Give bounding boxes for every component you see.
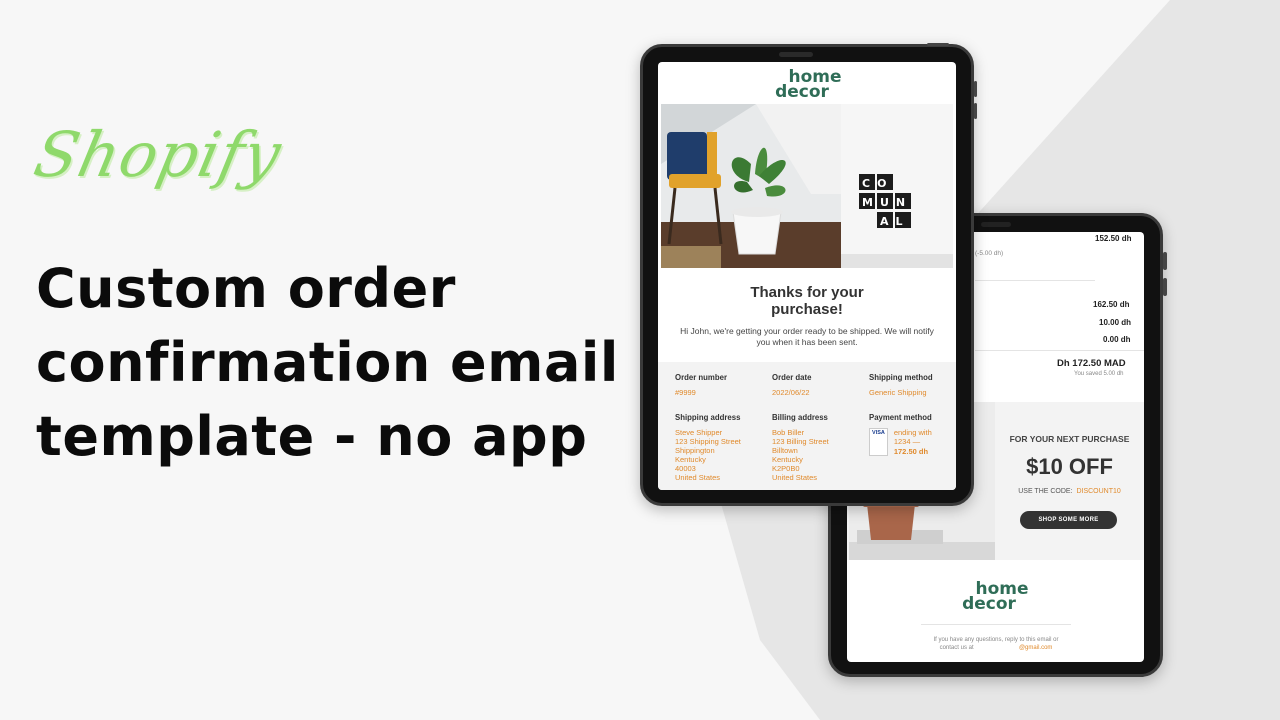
- order-number-label: Order number: [675, 373, 727, 382]
- address-line: Kentucky: [675, 455, 706, 464]
- thanks-title: Thanks for your purchase!: [658, 284, 956, 318]
- address-line: 40003: [675, 464, 696, 473]
- hero-image: CO MUN AL: [661, 104, 953, 268]
- sign-row-3: AL: [880, 215, 910, 228]
- shipping-address-col: Shipping address Steve Shipper 123 Shipp…: [675, 413, 741, 482]
- address-line: K2P0B0: [772, 464, 800, 473]
- total-value: Dh 172.50 MAD: [1057, 358, 1126, 369]
- subtotal-value: 162.50 dh: [1093, 300, 1130, 309]
- page-headline: Custom order confirmation email template…: [36, 252, 619, 474]
- promo-code: DISCOUNT10: [1076, 488, 1121, 495]
- address-line: Shippington: [675, 446, 715, 455]
- line-total: 152.50 dh: [1095, 234, 1132, 243]
- order-date-label: Order date: [772, 373, 812, 382]
- address-line: Bob Biller: [772, 428, 805, 437]
- footer-line-1: If you have any questions, reply to this…: [933, 637, 1059, 643]
- promo-code-label: USE THE CODE:: [1018, 488, 1073, 495]
- address-line: United States: [772, 473, 818, 482]
- order-date-col: Order date 2022/06/22: [772, 373, 811, 397]
- shipping-value: 10.00 dh: [1099, 318, 1132, 327]
- promo-amount: $10 OFF: [1026, 454, 1113, 479]
- sign-row-2: MUN: [862, 196, 913, 209]
- logo-decor: decor: [775, 82, 829, 102]
- payment-amount: 172.50 dh: [893, 447, 929, 456]
- side-button: [974, 103, 977, 119]
- headline-line-3: template - no app: [36, 405, 588, 468]
- side-button: [1163, 252, 1167, 270]
- divider: [975, 350, 1144, 351]
- side-button: [974, 81, 977, 97]
- order-details: Order number #9999 Order date 2022/06/22…: [658, 362, 956, 490]
- taxes-value: 0.00 dh: [1103, 335, 1131, 344]
- footer-email-link[interactable]: @gmail.com: [1019, 645, 1052, 651]
- payment-method-col: Payment method VISA ending with 1234 — 1…: [869, 413, 932, 456]
- billing-address-label: Billing address: [772, 413, 828, 422]
- billing-address-col: Billing address Bob Biller 123 Billing S…: [772, 413, 829, 482]
- side-button: [927, 43, 949, 46]
- address-line: 123 Billing Street: [772, 437, 829, 446]
- camera: [981, 222, 1011, 227]
- sign-row-1: CO: [862, 177, 894, 190]
- visa-card-icon: VISA: [869, 428, 888, 456]
- footer-logo: home decor: [955, 581, 1035, 614]
- shipping-method-col: Shipping method Generic Shipping: [869, 373, 933, 397]
- promo-code-line: USE THE CODE: DISCOUNT10: [997, 488, 1142, 495]
- address-line: 123 Shipping Street: [675, 437, 741, 446]
- address-line: Kentucky: [772, 455, 803, 464]
- payment-method-label: Payment method: [869, 413, 932, 422]
- thanks-line-1: Thanks for your: [750, 284, 864, 301]
- shop-more-button[interactable]: SHOP SOME MORE: [1020, 511, 1117, 529]
- card-ending: ending with: [893, 428, 932, 437]
- divider: [921, 624, 1071, 625]
- thanks-line-2: purchase!: [771, 301, 843, 318]
- divider: [975, 280, 1095, 281]
- footer-line-2-prefix: contact us at: [939, 645, 974, 651]
- logo-decor: decor: [962, 594, 1016, 614]
- email-screen: home decor CO MUN AL Thanks for your pur…: [658, 62, 956, 490]
- order-date: 2022/06/22: [772, 388, 810, 397]
- headline-line-2: confirmation email: [36, 331, 619, 394]
- shipping-method-label: Shipping method: [869, 373, 933, 382]
- address-line: Steve Shipper: [675, 428, 723, 437]
- order-number-col: Order number #9999: [675, 373, 727, 397]
- address-line: Billtown: [772, 446, 798, 455]
- card-digits: 1234 —: [893, 437, 921, 446]
- email-logo: home decor: [768, 69, 848, 102]
- shipping-method: Generic Shipping: [869, 388, 927, 397]
- side-button: [1163, 278, 1167, 296]
- discount-note: (-5.00 dh): [975, 250, 1004, 257]
- promo-kicker: FOR YOUR NEXT PURCHASE: [1009, 434, 1130, 444]
- address-line: United States: [675, 473, 721, 482]
- saved-note: You saved 5.00 dh: [1074, 371, 1124, 377]
- order-number: #9999: [675, 388, 696, 397]
- shipping-address-label: Shipping address: [675, 413, 741, 422]
- shopify-script-title: Shopify: [28, 118, 288, 191]
- thanks-message: Hi John, we're getting your order ready …: [680, 326, 934, 347]
- footer-note: If you have any questions, reply to this…: [887, 636, 1105, 652]
- headline-line-1: Custom order: [36, 257, 456, 320]
- camera: [779, 52, 813, 57]
- sign-letters: CO MUN AL: [859, 174, 919, 231]
- front-tablet: home decor CO MUN AL Thanks for your pur…: [640, 43, 977, 506]
